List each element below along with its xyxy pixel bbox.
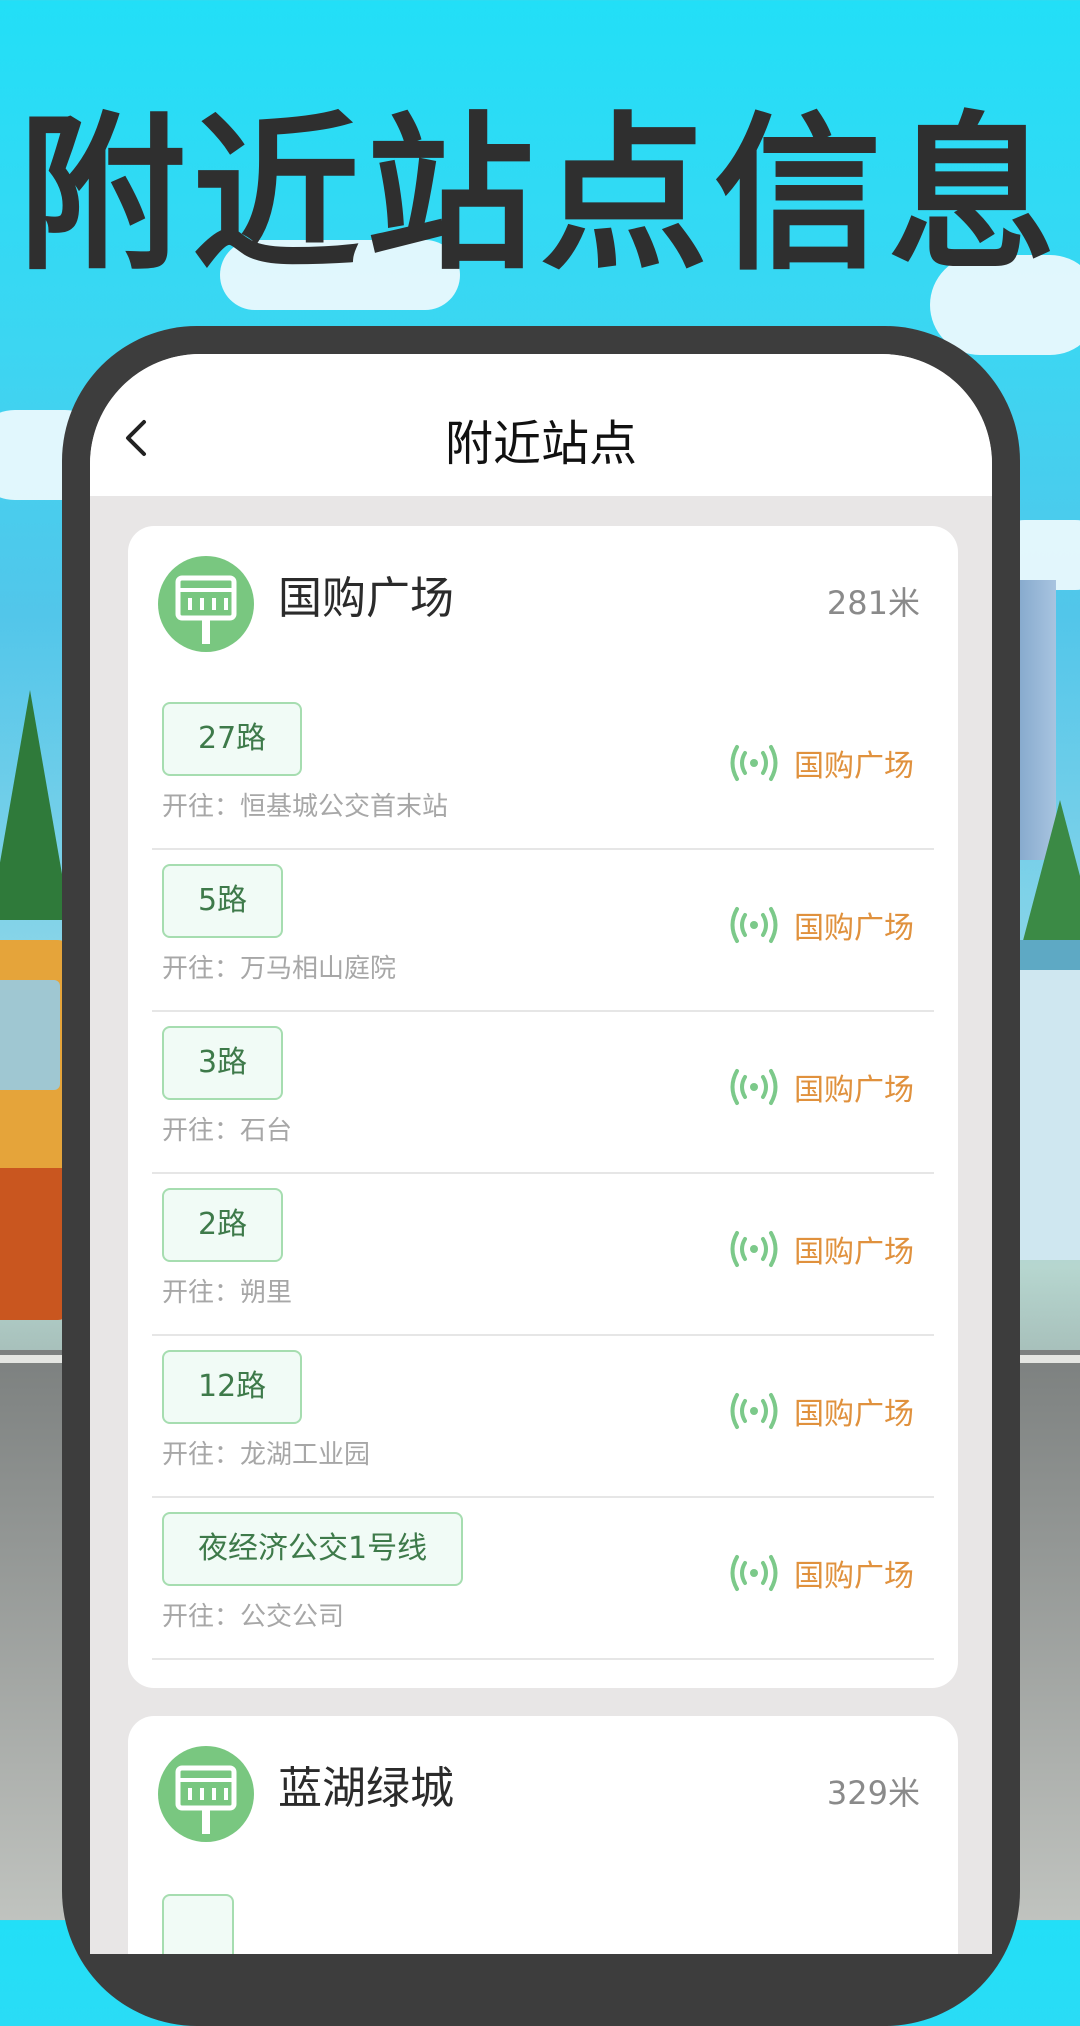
route-row[interactable]: 夜经济公交1号线 开往：公交公司 国购广场	[152, 1496, 934, 1660]
route-badge[interactable]: 3路	[162, 1026, 284, 1100]
broadcast-icon	[730, 907, 778, 943]
broadcast-icon	[730, 745, 778, 781]
route-destination: 开往：公交公司	[162, 1602, 345, 1632]
route-destination: 开往：朔里	[162, 1278, 293, 1308]
station-card[interactable]: 蓝湖绿城 329米	[128, 1716, 958, 1954]
broadcast-icon	[730, 1393, 778, 1429]
route-row[interactable]: 5路 开往：万马相山庭院 国购广场	[152, 848, 934, 1012]
route-badge[interactable]: 5路	[162, 864, 284, 938]
phone-screen: 附近站点 国购广场 281米 27路 开往：恒基城公交首末站 国购广场 5路 开…	[90, 354, 992, 1954]
nav-bar: 附近站点	[90, 354, 992, 496]
route-destination: 开往：龙湖工业园	[162, 1440, 371, 1470]
live-status: 国购广场	[728, 900, 914, 950]
tree	[0, 690, 70, 920]
route-badge-partial[interactable]	[162, 1894, 234, 1954]
bus-stop-icon	[158, 556, 254, 652]
route-badge[interactable]: 2路	[162, 1188, 284, 1262]
station-name: 国购广场	[278, 573, 454, 624]
route-row[interactable]: 27路 开往：恒基城公交首末站 国购广场	[152, 686, 934, 850]
broadcast-icon	[730, 1231, 778, 1267]
route-badge[interactable]: 27路	[162, 702, 303, 776]
broadcast-icon	[730, 1555, 778, 1591]
station-distance: 281米	[826, 584, 920, 622]
live-status: 国购广场	[728, 1062, 914, 1112]
route-row[interactable]: 3路 开往：石台 国购广场	[152, 1010, 934, 1174]
current-stop: 国购广场	[794, 1397, 914, 1432]
route-row[interactable]: 12路 开往：龙湖工业园 国购广场	[152, 1334, 934, 1498]
live-status: 国购广场	[728, 1224, 914, 1274]
live-status: 国购广场	[728, 1386, 914, 1436]
page-title: 附近站点	[444, 416, 637, 472]
current-stop: 国购广场	[794, 911, 914, 946]
current-stop: 国购广场	[794, 1235, 914, 1270]
station-name: 蓝湖绿城	[278, 1763, 454, 1814]
bus-window	[0, 980, 60, 1090]
route-badge[interactable]: 12路	[162, 1350, 303, 1424]
live-status: 国购广场	[728, 1548, 914, 1598]
headline: 附近站点信息	[18, 97, 1062, 293]
station-card[interactable]: 国购广场 281米 27路 开往：恒基城公交首末站 国购广场 5路 开往：万马相…	[128, 526, 958, 1688]
route-destination: 开往：恒基城公交首末站	[162, 792, 449, 822]
route-row[interactable]: 2路 开往：朔里 国购广场	[152, 1172, 934, 1336]
route-destination: 开往：石台	[162, 1116, 293, 1146]
route-destination: 开往：万马相山庭院	[162, 954, 397, 984]
station-distance: 329米	[826, 1774, 920, 1812]
bus-stop-icon	[158, 1746, 254, 1842]
current-stop: 国购广场	[794, 749, 914, 784]
route-badge[interactable]: 夜经济公交1号线	[162, 1512, 464, 1586]
broadcast-icon	[730, 1069, 778, 1105]
current-stop: 国购广场	[794, 1073, 914, 1108]
current-stop: 国购广场	[794, 1559, 914, 1594]
live-status: 国购广场	[728, 738, 914, 788]
bus-shelter	[1020, 940, 1080, 1260]
